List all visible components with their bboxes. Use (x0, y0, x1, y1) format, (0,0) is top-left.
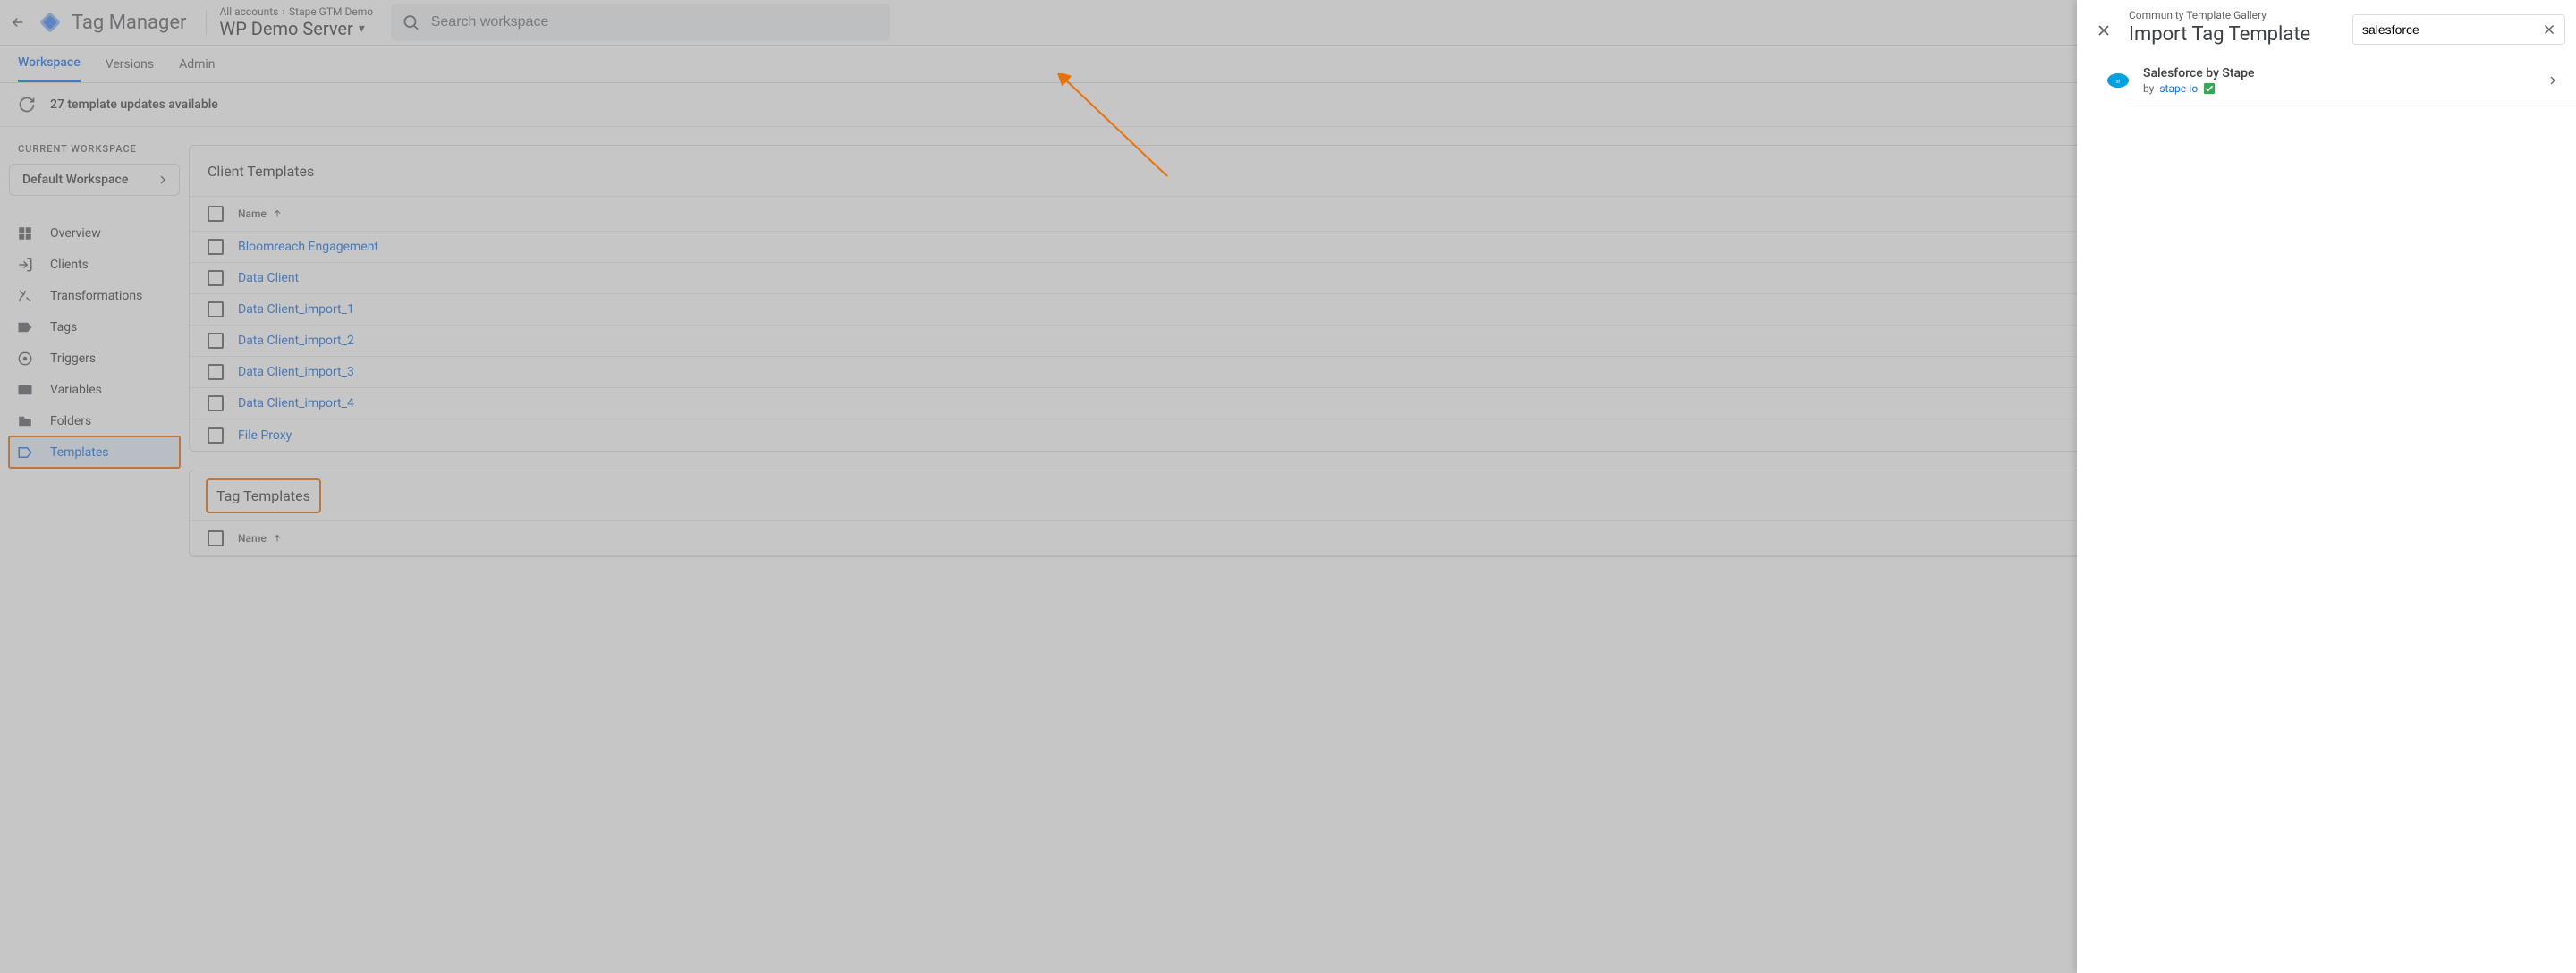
close-button[interactable] (2088, 14, 2120, 47)
salesforce-logo-icon: sf (2106, 68, 2131, 93)
result-main: Salesforce by Stape by stape-io (2143, 66, 2546, 95)
panel-header: Community Template Gallery Import Tag Te… (2077, 0, 2576, 55)
result-title: Salesforce by Stape (2143, 66, 2546, 80)
result-org[interactable]: stape-io (2159, 82, 2198, 95)
template-search[interactable] (2352, 14, 2565, 45)
chevron-right-icon (2546, 73, 2560, 88)
verified-badge-icon (2203, 82, 2216, 95)
svg-text:sf: sf (2116, 80, 2121, 85)
result-subtitle: by stape-io (2143, 82, 2546, 95)
close-icon (2095, 21, 2113, 39)
template-search-input[interactable] (2362, 22, 2541, 37)
template-result-row[interactable]: sf Salesforce by Stape by stape-io (2129, 55, 2576, 106)
panel-overline: Community Template Gallery (2129, 9, 2343, 21)
by-prefix: by (2143, 82, 2154, 95)
close-icon (2541, 21, 2557, 38)
import-template-panel: Community Template Gallery Import Tag Te… (2077, 0, 2576, 973)
clear-search-button[interactable] (2541, 21, 2557, 38)
panel-title: Import Tag Template (2129, 23, 2343, 46)
